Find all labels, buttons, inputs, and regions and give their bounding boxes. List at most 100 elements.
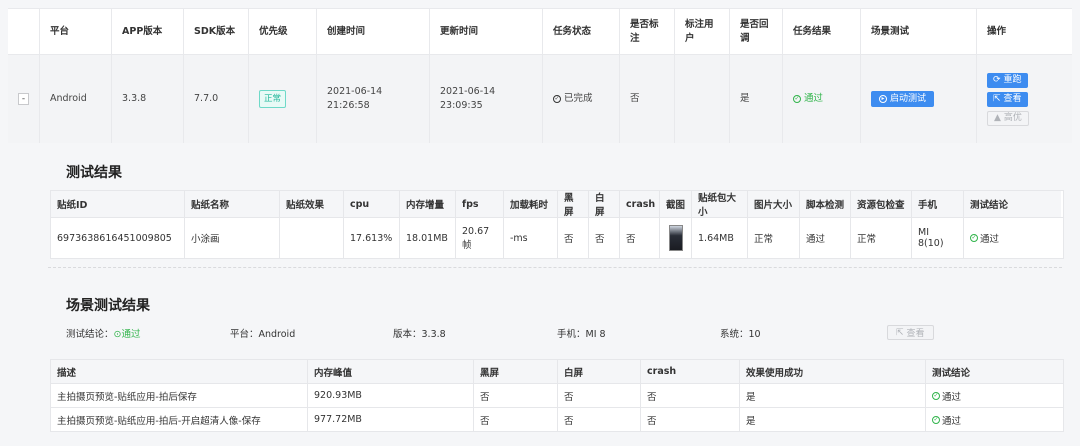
header-scene-test: 场景测试 <box>861 9 977 54</box>
task-table: 平台 APP版本 SDK版本 优先级 创建时间 更新时间 任务状态 是否标注 标… <box>8 8 1072 144</box>
col-black-screen: 黑屏 <box>474 360 558 383</box>
conclusion-text: 通过 <box>942 415 962 427</box>
col-load-time: 加载耗时 <box>504 191 558 217</box>
rerun-button[interactable]: ⟳ 重跑 <box>987 72 1028 88</box>
header-is-labeled: 是否标注 <box>620 9 675 54</box>
table-row: - Android 3.3.8 7.7.0 正常 2021-06-14 21:2… <box>8 55 1072 144</box>
cell-white-screen: 否 <box>558 384 641 407</box>
col-conclusion: 测试结论 <box>964 191 1061 217</box>
table-row: 主拍摄页预览-贴纸应用-拍后-开启超清人像-保存 977.72MB 否 否 否 … <box>51 408 1063 431</box>
header-is-callback: 是否回调 <box>730 9 783 54</box>
cell-cpu: 17.613% <box>344 218 400 258</box>
cell-package-size: 1.64MB <box>692 218 748 258</box>
conclusion-text: 通过 <box>942 391 962 403</box>
cell-mem-increase: 18.01MB <box>400 218 456 258</box>
refresh-icon: ⟳ <box>993 75 1001 85</box>
col-black-screen: 黑屏 <box>558 191 589 218</box>
cell-conclusion: ✓ 通过 <box>926 408 1063 431</box>
col-script-check: 脚本检测 <box>800 191 851 217</box>
screenshot-thumbnail[interactable] <box>668 225 683 251</box>
col-effect-success: 效果使用成功 <box>740 360 926 383</box>
cell-phone: MI 8(10) <box>912 218 964 258</box>
test-results-table: 贴纸ID 贴纸名称 贴纸效果 cpu 内存增量 fps 加载耗时 黑屏 白屏 c… <box>50 190 1064 259</box>
cell-crash: 否 <box>641 384 740 407</box>
cell-conclusion: ✓ 通过 <box>926 384 1063 407</box>
check-circle-icon: ✓ <box>932 415 940 424</box>
scene-results-header: 描述 内存峰值 黑屏 白屏 crash 效果使用成功 测试结论 <box>51 360 1063 384</box>
cell-sdk-version: 7.7.0 <box>184 55 249 143</box>
col-white-screen: 白屏 <box>589 191 620 218</box>
cell-priority: 正常 <box>249 55 317 143</box>
test-results-header: 贴纸ID 贴纸名称 贴纸效果 cpu 内存增量 fps 加载耗时 黑屏 白屏 c… <box>51 191 1063 218</box>
updated-date: 2021-06-14 <box>440 86 496 97</box>
cell-resource-check: 正常 <box>851 218 912 258</box>
cell-scene-test: ▸ 启动测试 <box>861 55 977 143</box>
summary-system: 系统：10 <box>720 329 761 340</box>
divider <box>48 267 1062 268</box>
col-memory-peak: 内存峰值 <box>308 360 474 383</box>
expand-column-header <box>8 9 40 54</box>
cell-crash: 否 <box>620 218 660 258</box>
start-test-button[interactable]: ▸ 启动测试 <box>871 91 935 107</box>
cell-task-status: ✓ 已完成 <box>543 55 620 143</box>
high-priority-label: 高优 <box>1003 113 1022 123</box>
task-status-text: 已完成 <box>564 93 593 104</box>
cell-sticker-name: 小涂画 <box>185 218 280 258</box>
high-priority-button[interactable]: ▲ 高优 <box>987 110 1029 126</box>
conclusion-value: 通过 <box>121 329 141 340</box>
cell-sticker-effect <box>280 218 344 258</box>
cell-load-time: -ms <box>504 218 558 258</box>
task-table-header: 平台 APP版本 SDK版本 优先级 创建时间 更新时间 任务状态 是否标注 标… <box>8 8 1072 55</box>
check-circle-icon: ✓ <box>932 391 940 400</box>
cell-conclusion: ✓ 通过 <box>964 218 1061 258</box>
priority-tag: 正常 <box>259 90 287 108</box>
view-icon: ⇱ <box>896 327 904 338</box>
header-priority: 优先级 <box>249 9 317 54</box>
header-label-user: 标注用户 <box>675 9 730 54</box>
view-icon: ⇱ <box>993 94 1001 104</box>
header-sdk-version: SDK版本 <box>184 9 249 54</box>
scene-view-button[interactable]: ⇱ 查看 <box>887 325 934 340</box>
cell-effect-success: 是 <box>740 384 926 407</box>
col-fps: fps <box>456 191 504 217</box>
cell-crash: 否 <box>641 408 740 431</box>
task-result-text: 通过 <box>804 93 824 104</box>
check-circle-icon: ✓ <box>793 95 801 103</box>
cell-is-labeled: 否 <box>620 55 675 143</box>
cell-screenshot <box>660 218 692 258</box>
rerun-label: 重跑 <box>1003 75 1022 85</box>
collapse-toggle[interactable]: - <box>18 93 29 105</box>
header-task-status: 任务状态 <box>543 9 620 54</box>
header-actions: 操作 <box>987 25 1007 37</box>
cell-task-result: ✓ 通过 <box>783 55 861 143</box>
cell-script-check: 通过 <box>800 218 851 258</box>
summary-version: 版本：3.3.8 <box>393 329 446 340</box>
cell-updated-time: 2021-06-14 23:09:35 <box>430 55 543 143</box>
cell-white-screen: 否 <box>558 408 641 431</box>
cell-label-user <box>675 55 730 143</box>
scene-summary: 测试结论：⊙通过 平台：Android 版本：3.3.8 手机：MI 8 系统：… <box>66 326 936 340</box>
col-package-size: 贴纸包大小 <box>692 191 748 218</box>
cell-effect-success: 是 <box>740 408 926 431</box>
cell-is-callback: 是 <box>730 55 783 143</box>
col-crash: crash <box>620 191 660 217</box>
scene-view-label: 查看 <box>906 329 925 339</box>
created-clock: 21:26:58 <box>327 100 370 111</box>
cell-fps: 20.67帧 <box>456 218 504 258</box>
view-button[interactable]: ⇱ 查看 <box>987 91 1028 107</box>
cell-created-time: 2021-06-14 21:26:58 <box>317 55 430 143</box>
col-description: 描述 <box>51 360 308 383</box>
cell-memory-peak: 920.93MB <box>308 384 474 407</box>
col-image-size: 图片大小 <box>748 191 800 217</box>
cell-platform: Android <box>40 55 112 143</box>
view-label: 查看 <box>1003 94 1022 104</box>
col-phone: 手机 <box>912 191 964 217</box>
col-sticker-effect: 贴纸效果 <box>280 191 344 217</box>
scene-results-title: 场景测试结果 <box>66 298 150 314</box>
summary-phone: 手机：MI 8 <box>557 329 606 340</box>
header-updated-time: 更新时间 <box>430 9 543 54</box>
arrow-up-icon: ▲ <box>994 113 1001 123</box>
check-circle-icon: ✓ <box>553 95 561 103</box>
cell-sticker-id: 6973638616451009805 <box>51 218 185 258</box>
summary-conclusion: 测试结论：⊙通过 <box>66 326 141 340</box>
